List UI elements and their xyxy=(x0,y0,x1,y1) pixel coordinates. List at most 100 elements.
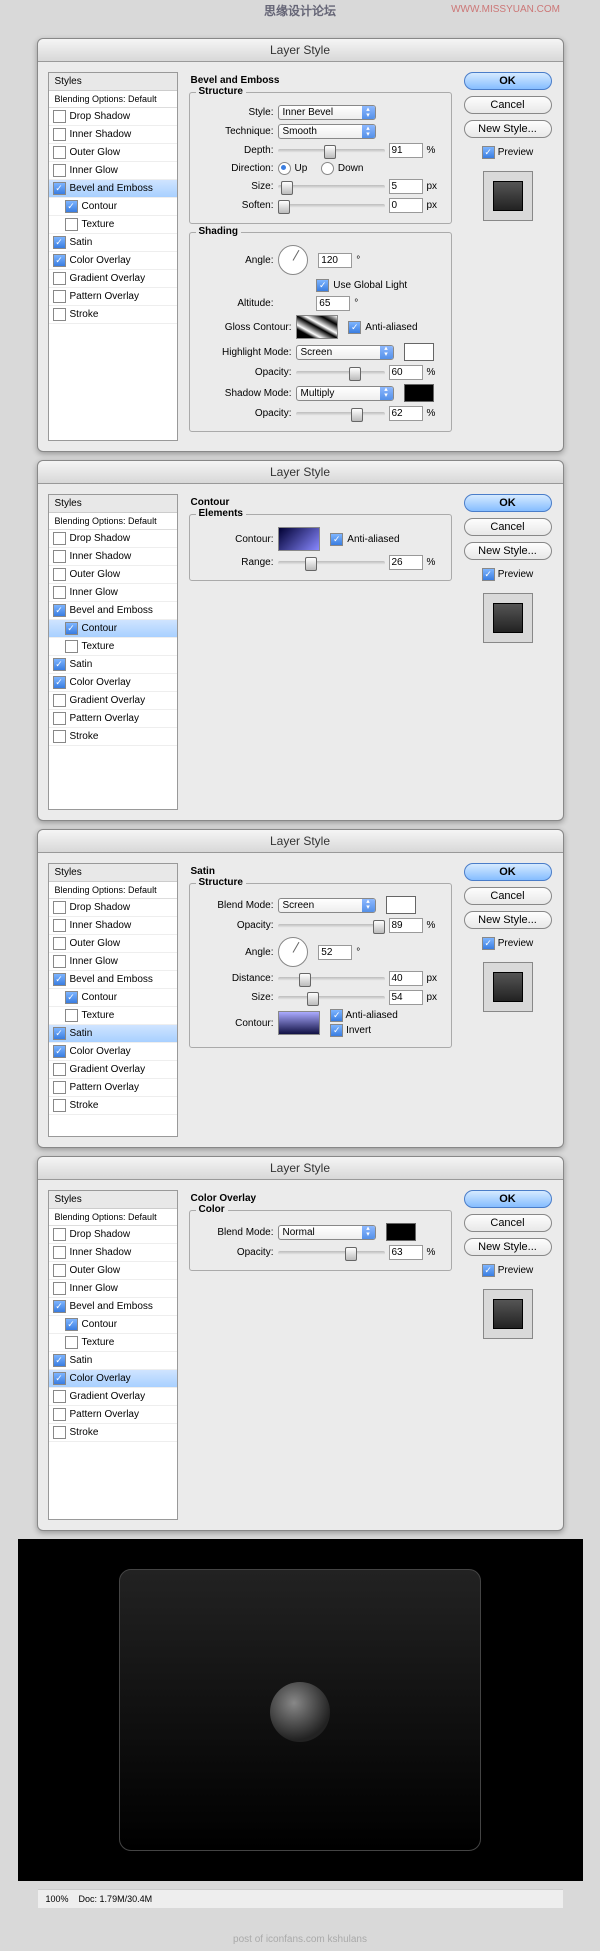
style-checkbox[interactable] xyxy=(53,1390,66,1403)
direction-up-radio[interactable] xyxy=(278,162,291,175)
style-item-satin[interactable]: Satin xyxy=(49,1352,177,1370)
new-style-button[interactable]: New Style... xyxy=(464,911,552,929)
highlight-opacity-slider[interactable] xyxy=(296,371,385,375)
range-input[interactable]: 26 xyxy=(389,555,423,570)
preview-checkbox[interactable] xyxy=(482,568,495,581)
style-checkbox[interactable] xyxy=(53,550,66,563)
style-checkbox[interactable] xyxy=(53,1027,66,1040)
style-checkbox[interactable] xyxy=(53,604,66,617)
style-item-inner-glow[interactable]: Inner Glow xyxy=(49,953,177,971)
style-item-satin[interactable]: Satin xyxy=(49,234,177,252)
style-item-inner-shadow[interactable]: Inner Shadow xyxy=(49,1244,177,1262)
style-item-bevel-and-emboss[interactable]: Bevel and Emboss xyxy=(49,1298,177,1316)
zoom-level[interactable]: 100% xyxy=(46,1894,69,1904)
ok-button[interactable]: OK xyxy=(464,494,552,512)
style-item-texture[interactable]: Texture xyxy=(49,216,177,234)
style-item-bevel-and-emboss[interactable]: Bevel and Emboss xyxy=(49,602,177,620)
style-checkbox[interactable] xyxy=(53,290,66,303)
shadow-mode-select[interactable]: Multiply▴▾ xyxy=(296,386,394,401)
style-checkbox[interactable] xyxy=(53,712,66,725)
style-checkbox[interactable] xyxy=(65,218,78,231)
style-checkbox[interactable] xyxy=(53,146,66,159)
shadow-color[interactable] xyxy=(404,384,434,402)
soften-input[interactable]: 0 xyxy=(389,198,423,213)
style-select[interactable]: Inner Bevel▴▾ xyxy=(278,105,376,120)
style-checkbox[interactable] xyxy=(53,730,66,743)
cancel-button[interactable]: Cancel xyxy=(464,887,552,905)
satin-size-slider[interactable] xyxy=(278,996,385,1000)
style-checkbox[interactable] xyxy=(53,532,66,545)
style-item-drop-shadow[interactable]: Drop Shadow xyxy=(49,108,177,126)
style-checkbox[interactable] xyxy=(65,622,78,635)
style-item-satin[interactable]: Satin xyxy=(49,656,177,674)
style-item-pattern-overlay[interactable]: Pattern Overlay xyxy=(49,710,177,728)
satin-invert-checkbox[interactable] xyxy=(330,1024,343,1037)
style-checkbox[interactable] xyxy=(53,308,66,321)
style-item-inner-shadow[interactable]: Inner Shadow xyxy=(49,126,177,144)
blending-options[interactable]: Blending Options: Default xyxy=(49,1209,177,1226)
style-checkbox[interactable] xyxy=(65,640,78,653)
satin-contour-picker[interactable] xyxy=(278,1011,320,1035)
style-item-contour[interactable]: Contour xyxy=(49,1316,177,1334)
highlight-opacity-input[interactable]: 60 xyxy=(389,365,423,380)
styles-header[interactable]: Styles xyxy=(49,864,177,882)
color-blend-select[interactable]: Normal▴▾ xyxy=(278,1225,376,1240)
shadow-opacity-input[interactable]: 62 xyxy=(389,406,423,421)
style-item-inner-glow[interactable]: Inner Glow xyxy=(49,1280,177,1298)
satin-anti-checkbox[interactable] xyxy=(330,1009,343,1022)
cancel-button[interactable]: Cancel xyxy=(464,96,552,114)
depth-input[interactable]: 91 xyxy=(389,143,423,158)
satin-opacity-input[interactable]: 89 xyxy=(389,918,423,933)
satin-opacity-slider[interactable] xyxy=(278,924,385,928)
blending-options[interactable]: Blending Options: Default xyxy=(49,882,177,899)
style-item-bevel-and-emboss[interactable]: Bevel and Emboss xyxy=(49,180,177,198)
style-item-inner-shadow[interactable]: Inner Shadow xyxy=(49,548,177,566)
angle-dial[interactable] xyxy=(278,245,308,275)
style-item-color-overlay[interactable]: Color Overlay xyxy=(49,674,177,692)
style-item-stroke[interactable]: Stroke xyxy=(49,306,177,324)
style-checkbox[interactable] xyxy=(53,676,66,689)
style-item-texture[interactable]: Texture xyxy=(49,1334,177,1352)
size-input[interactable]: 5 xyxy=(389,179,423,194)
style-item-gradient-overlay[interactable]: Gradient Overlay xyxy=(49,1061,177,1079)
style-checkbox[interactable] xyxy=(53,694,66,707)
style-checkbox[interactable] xyxy=(53,568,66,581)
style-checkbox[interactable] xyxy=(53,1099,66,1112)
cancel-button[interactable]: Cancel xyxy=(464,1214,552,1232)
style-checkbox[interactable] xyxy=(53,919,66,932)
overlay-color[interactable] xyxy=(386,1223,416,1241)
style-checkbox[interactable] xyxy=(65,1336,78,1349)
style-checkbox[interactable] xyxy=(53,1408,66,1421)
style-checkbox[interactable] xyxy=(53,1063,66,1076)
style-item-contour[interactable]: Contour xyxy=(49,989,177,1007)
technique-select[interactable]: Smooth▴▾ xyxy=(278,124,376,139)
styles-header[interactable]: Styles xyxy=(49,73,177,91)
style-checkbox[interactable] xyxy=(53,1045,66,1058)
style-item-drop-shadow[interactable]: Drop Shadow xyxy=(49,899,177,917)
style-item-outer-glow[interactable]: Outer Glow xyxy=(49,566,177,584)
cancel-button[interactable]: Cancel xyxy=(464,518,552,536)
preview-checkbox[interactable] xyxy=(482,146,495,159)
style-item-outer-glow[interactable]: Outer Glow xyxy=(49,935,177,953)
blending-options[interactable]: Blending Options: Default xyxy=(49,513,177,530)
style-item-outer-glow[interactable]: Outer Glow xyxy=(49,1262,177,1280)
style-item-gradient-overlay[interactable]: Gradient Overlay xyxy=(49,692,177,710)
new-style-button[interactable]: New Style... xyxy=(464,120,552,138)
highlight-mode-select[interactable]: Screen▴▾ xyxy=(296,345,394,360)
satin-color[interactable] xyxy=(386,896,416,914)
style-item-bevel-and-emboss[interactable]: Bevel and Emboss xyxy=(49,971,177,989)
soften-slider[interactable] xyxy=(278,204,385,208)
style-checkbox[interactable] xyxy=(65,991,78,1004)
preview-checkbox[interactable] xyxy=(482,1264,495,1277)
style-item-inner-glow[interactable]: Inner Glow xyxy=(49,584,177,602)
style-checkbox[interactable] xyxy=(53,254,66,267)
style-checkbox[interactable] xyxy=(53,1081,66,1094)
preview-checkbox[interactable] xyxy=(482,937,495,950)
contour-picker[interactable] xyxy=(278,527,320,551)
style-checkbox[interactable] xyxy=(53,1282,66,1295)
style-item-drop-shadow[interactable]: Drop Shadow xyxy=(49,1226,177,1244)
depth-slider[interactable] xyxy=(278,149,385,153)
satin-size-input[interactable]: 54 xyxy=(389,990,423,1005)
style-checkbox[interactable] xyxy=(53,1372,66,1385)
style-checkbox[interactable] xyxy=(53,937,66,950)
